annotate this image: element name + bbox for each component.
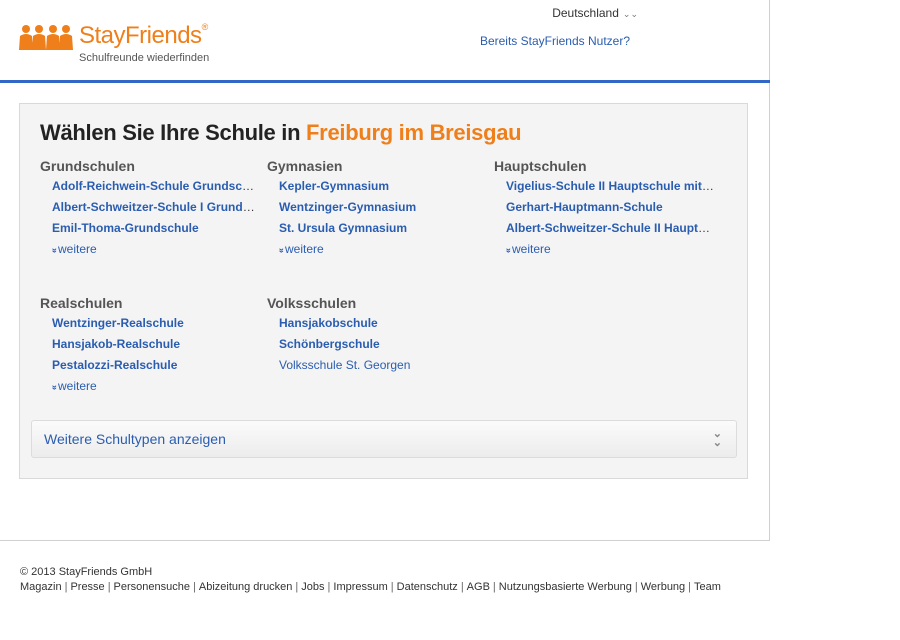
- list-item: Volksschule St. Georgen: [279, 355, 487, 376]
- link-separator: |: [107, 581, 111, 593]
- school-link[interactable]: Volksschule St. Georgen: [279, 358, 410, 372]
- category-heading: Grundschulen: [40, 158, 135, 174]
- school-selection-panel: Wählen Sie Ihre Schule in Freiburg im Br…: [19, 103, 748, 479]
- school-link[interactable]: Hansjakob-Realschule: [52, 337, 180, 351]
- link-separator: |: [193, 581, 196, 593]
- link-separator: |: [634, 581, 638, 593]
- school-list: Hansjakobschule Schönbergschule Volksschul…: [267, 313, 487, 376]
- more-schools-link[interactable]: »weitere: [40, 239, 260, 261]
- school-category: Hauptschulen Vigelius-Schule II Hauptschu…: [494, 156, 714, 261]
- school-link[interactable]: Vigelius-Schule II Hauptschule mit Werkr…: [506, 179, 714, 193]
- brand-tagline: Schulfreunde wiederfinden: [79, 52, 210, 64]
- more-schools-link[interactable]: »weitere: [494, 239, 714, 261]
- link-separator: |: [492, 581, 496, 593]
- school-category: Gymnasien Kepler-Gymnasium Wentzinger-Gymn…: [267, 156, 487, 261]
- footer-link[interactable]: Team: [694, 581, 721, 593]
- link-separator: |: [688, 581, 692, 593]
- footer-link[interactable]: Jobs: [301, 581, 324, 593]
- list-item: St. Ursula Gymnasium: [279, 218, 487, 239]
- school-link[interactable]: Adolf-Reichwein-Schule Grundschule: [52, 179, 260, 193]
- link-separator: |: [327, 581, 331, 593]
- footer-link[interactable]: Presse: [70, 581, 104, 593]
- double-chevron-down-icon: »: [50, 247, 61, 254]
- list-item: Hansjakob-Realschule: [52, 334, 260, 355]
- school-category: Grundschulen Adolf-Reichwein-Schule Grund…: [40, 156, 260, 261]
- footer-link[interactable]: Impressum: [333, 581, 387, 593]
- school-list: Adolf-Reichwein-Schule Grundschule Albert…: [40, 176, 260, 239]
- brand-name: StayFriends®: [79, 22, 208, 49]
- footer-link[interactable]: Magazin: [20, 581, 62, 593]
- list-item: Emil-Thoma-Grundschule: [52, 218, 260, 239]
- header: StayFriends® Schulfreunde wiederfinden D…: [0, 0, 770, 83]
- list-item: Wentzinger-Realschule: [52, 313, 260, 334]
- list-item: Pestalozzi-Realschule: [52, 355, 260, 376]
- school-link[interactable]: Schönbergschule: [279, 337, 380, 351]
- school-category: Volksschulen Hansjakobschule Schönbergschu…: [267, 293, 487, 376]
- list-item: Albert-Schweitzer-Schule I Grundschule: [52, 197, 260, 218]
- school-link[interactable]: Albert-Schweitzer-Schule I Grundschule: [52, 200, 260, 214]
- school-category: Realschulen Wentzinger-Realschule Hansjako…: [40, 293, 260, 398]
- school-list: Vigelius-Schule II Hauptschule mit Werkr…: [494, 176, 714, 239]
- link-separator: |: [390, 581, 394, 593]
- school-link[interactable]: Wentzinger-Realschule: [52, 316, 184, 330]
- footer-link[interactable]: Datenschutz: [397, 581, 458, 593]
- link-separator: |: [64, 581, 68, 593]
- school-link[interactable]: Albert-Schweitzer-Schule II Hauptschule: [506, 221, 714, 235]
- country-label: Deutschland: [552, 6, 619, 20]
- double-chevron-down-icon: ⌄⌄: [712, 428, 722, 449]
- country-selector[interactable]: Deutschland ⌄⌄: [552, 6, 638, 20]
- login-link[interactable]: Bereits StayFriends Nutzer?: [480, 34, 630, 48]
- school-link[interactable]: Wentzinger-Gymnasium: [279, 200, 416, 214]
- footer-link[interactable]: Abizeitung drucken: [199, 581, 293, 593]
- footer: © 2013 StayFriends GmbH Magazin | Presse | P…: [20, 566, 721, 593]
- people-logo-icon: [19, 25, 73, 50]
- double-chevron-down-icon: ⌄⌄: [622, 9, 638, 19]
- more-school-types-button[interactable]: Weitere Schultypen anzeigen ⌄ ⌄: [31, 420, 737, 458]
- copyright: © 2013 StayFriends GmbH: [20, 566, 153, 578]
- more-schools-link[interactable]: »weitere: [40, 376, 260, 398]
- list-item: Vigelius-Schule II Hauptschule mit Werkr…: [506, 176, 714, 197]
- list-item: Kepler-Gymnasium: [279, 176, 487, 197]
- double-chevron-down-icon: »: [504, 247, 515, 254]
- footer-link[interactable]: Nutzungsbasierte Werbung: [499, 581, 632, 593]
- footer-link[interactable]: Personensuche: [114, 581, 190, 593]
- list-item: Wentzinger-Gymnasium: [279, 197, 487, 218]
- category-heading: Gymnasien: [267, 158, 343, 174]
- school-list: Kepler-Gymnasium Wentzinger-Gymnasium St. …: [267, 176, 487, 239]
- school-link[interactable]: Hansjakobschule: [279, 316, 378, 330]
- category-heading: Realschulen: [40, 295, 123, 311]
- link-separator: |: [460, 581, 464, 593]
- double-chevron-down-icon: »: [277, 247, 288, 254]
- list-item: Schönbergschule: [279, 334, 487, 355]
- footer-link[interactable]: Werbung: [641, 581, 685, 593]
- more-school-types-label: Weitere Schultypen anzeigen: [44, 431, 226, 447]
- list-item: Albert-Schweitzer-Schule II Hauptschule: [506, 218, 714, 239]
- list-item: Adolf-Reichwein-Schule Grundschule: [52, 176, 260, 197]
- link-separator: |: [295, 581, 299, 593]
- double-chevron-down-icon: »: [50, 384, 61, 391]
- school-list: Wentzinger-Realschule Hansjakob-Realschul…: [40, 313, 260, 376]
- category-heading: Volksschulen: [267, 295, 357, 311]
- category-heading: Hauptschulen: [494, 158, 587, 174]
- footer-link[interactable]: AGB: [467, 581, 490, 593]
- page-title: Wählen Sie Ihre Schule in Freiburg im Br…: [40, 120, 522, 145]
- school-link[interactable]: Kepler-Gymnasium: [279, 179, 389, 193]
- school-link[interactable]: Pestalozzi-Realschule: [52, 358, 177, 372]
- footer-links: Magazin | Presse | Personensuche | Abizeitung …: [20, 581, 721, 593]
- school-link[interactable]: St. Ursula Gymnasium: [279, 221, 407, 235]
- school-link[interactable]: Gerhart-Hauptmann-Schule: [506, 200, 663, 214]
- list-item: Hansjakobschule: [279, 313, 487, 334]
- list-item: Gerhart-Hauptmann-Schule: [506, 197, 714, 218]
- more-schools-link[interactable]: »weitere: [267, 239, 487, 261]
- school-link[interactable]: Emil-Thoma-Grundschule: [52, 221, 199, 235]
